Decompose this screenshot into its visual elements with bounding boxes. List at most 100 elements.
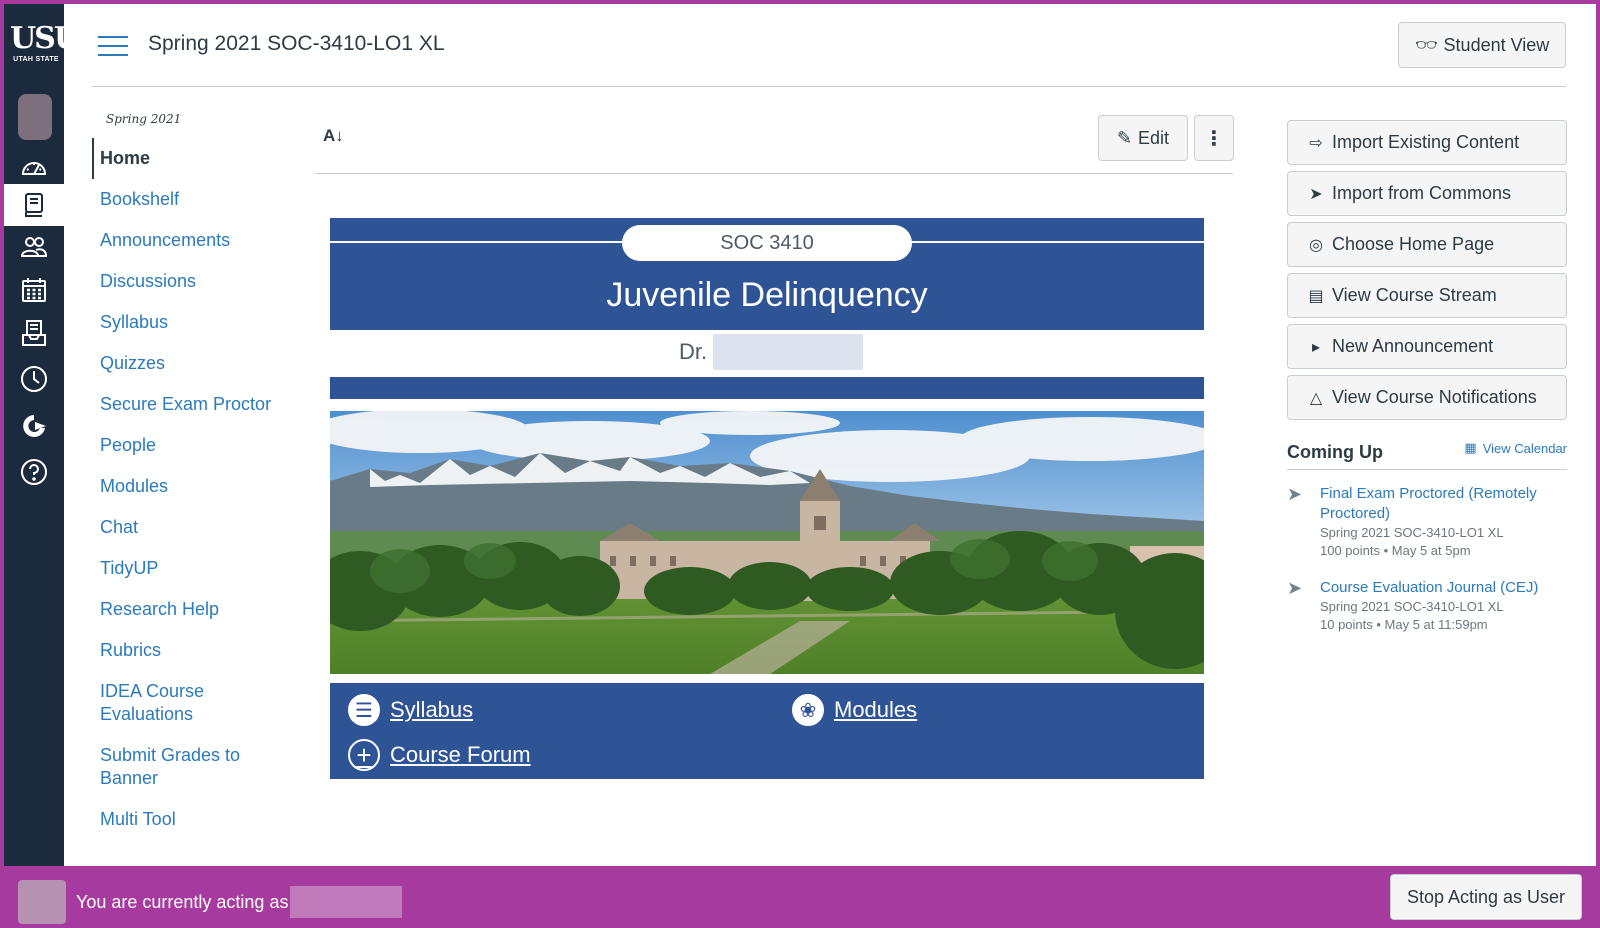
course-nav-submit-grades[interactable]: Submit Grades to Banner (92, 735, 252, 799)
modules-link-label: Modules (834, 697, 918, 722)
course-forum-link[interactable]: + Course Forum (348, 739, 531, 771)
coming-up-event: ➤ Final Exam Proctored (Remotely Proctor… (1287, 484, 1567, 560)
breadcrumb-course-title[interactable]: Spring 2021 SOC-3410-LO1 XL (148, 32, 445, 56)
history-nav-item[interactable] (4, 358, 64, 400)
syllabus-link-label: Syllabus (390, 697, 474, 722)
campus-image (330, 411, 1204, 674)
courses-nav-item[interactable] (4, 184, 64, 226)
event-course: Spring 2021 SOC-3410-LO1 XL (1320, 599, 1504, 614)
calendar-icon (22, 278, 46, 302)
redacted-user-name (290, 886, 403, 918)
courses-icon (25, 193, 43, 217)
inbox-nav-item[interactable] (4, 312, 64, 354)
coming-up-title: Coming Up (1287, 442, 1383, 462)
view-course-notifications-button[interactable]: △ View Course Notifications (1287, 375, 1567, 420)
course-nav-bookshelf[interactable]: Bookshelf (92, 179, 302, 220)
groups-nav-item[interactable] (4, 226, 64, 268)
course-nav-syllabus[interactable]: Syllabus (92, 302, 302, 343)
groups-icon (20, 237, 48, 257)
syllabus-icon: ☰ (348, 694, 380, 726)
course-code-pill: SOC 3410 (622, 225, 912, 261)
more-options-button[interactable]: ⋮ (1194, 115, 1234, 161)
import-existing-content-label: Import Existing Content (1332, 132, 1520, 152)
course-nav-announcements[interactable]: Announcements (92, 220, 302, 261)
course-nav-rubrics[interactable]: Rubrics (92, 630, 302, 671)
masquerade-message-text: You are currently acting as (76, 891, 289, 912)
inbox-icon (22, 320, 46, 346)
modules-link[interactable]: ❀ Modules (792, 694, 917, 726)
event-points-due: 100 points • May 5 at 5pm (1320, 543, 1471, 558)
view-course-stream-button[interactable]: ▤ View Course Stream (1287, 273, 1567, 318)
view-calendar-label: View Calendar (1482, 440, 1567, 456)
coming-up-header: Coming Up ▦ View Calendar (1287, 436, 1567, 470)
commons-nav-item[interactable] (4, 405, 64, 447)
logo-text: USU (10, 21, 80, 56)
redacted-professor-name (713, 334, 864, 370)
course-nav-chat[interactable]: Chat (92, 507, 302, 548)
text-size-icon[interactable]: A↓ (323, 126, 344, 146)
stop-acting-as-user-button[interactable]: Stop Acting as User (1390, 874, 1582, 920)
stream-chart-icon: ▤ (1308, 287, 1324, 305)
event-title-link[interactable]: Course Evaluation Journal (CEJ) (1320, 578, 1567, 598)
course-nav-people[interactable]: People (92, 425, 302, 466)
syllabus-link[interactable]: ☰ Syllabus (348, 694, 473, 726)
course-nav-idea-evaluations[interactable]: IDEA Course Evaluations (92, 671, 242, 735)
hamburger-menu-icon[interactable] (98, 36, 128, 58)
masquerade-bar: You are currently acting as Stop Acting … (0, 866, 1600, 928)
account-avatar[interactable] (18, 94, 52, 140)
view-course-stream-label: View Course Stream (1332, 285, 1497, 305)
course-name-heading: Juvenile Delinquency (606, 276, 928, 314)
import-from-commons-label: Import from Commons (1332, 183, 1512, 203)
rocket-icon: ➤ (1287, 484, 1303, 504)
course-nav-quizzes[interactable]: Quizzes (92, 343, 302, 384)
masquerade-avatar (18, 880, 66, 924)
course-nav-home[interactable]: Home (92, 138, 302, 179)
import-icon: ⇨ (1309, 134, 1323, 152)
commons-icon (23, 415, 46, 437)
logo-subtext: UTAH STATE (13, 56, 59, 63)
course-navigation: Spring 2021 Home Bookshelf Announcements… (92, 112, 302, 840)
course-nav-research-help[interactable]: Research Help (92, 589, 302, 630)
clock-icon (21, 366, 47, 392)
view-calendar-link[interactable]: ▦ View Calendar (1464, 440, 1567, 456)
course-nav-modules[interactable]: Modules (92, 466, 302, 507)
help-nav-item[interactable] (4, 451, 64, 493)
event-points-due: 10 points • May 5 at 11:59pm (1320, 617, 1488, 632)
usu-logo[interactable]: USU UTAH STATE (10, 21, 80, 72)
coming-up-event: ➤ Course Evaluation Journal (CEJ) Spring… (1287, 578, 1567, 634)
banner-bar (330, 377, 1204, 399)
help-icon (21, 459, 47, 485)
modules-icon: ❀ (792, 694, 824, 726)
course-nav-discussions[interactable]: Discussions (92, 261, 302, 302)
choose-home-page-button[interactable]: ◎ Choose Home Page (1287, 222, 1567, 267)
view-course-notifications-label: View Course Notifications (1332, 387, 1537, 407)
course-forum-link-label: Course Forum (390, 742, 531, 767)
quick-links-panel: ☰ Syllabus ❀ Modules + Course Forum (330, 683, 1204, 779)
professor-prefix: Dr. (679, 339, 708, 364)
event-title-link[interactable]: Final Exam Proctored (Remotely Proctored… (1320, 484, 1567, 524)
dashboard-icon (21, 162, 47, 175)
course-header: Spring 2021 SOC-3410-LO1 XL 👓︎ Student V… (92, 12, 1566, 87)
course-nav-secure-exam-proctor[interactable]: Secure Exam Proctor (92, 384, 302, 425)
dashboard-nav-item[interactable] (4, 146, 64, 188)
calendar-nav-item[interactable] (4, 269, 64, 311)
commons-icon: ➤ (1309, 185, 1323, 203)
student-view-button[interactable]: 👓︎ Student View (1398, 22, 1566, 68)
calendar-icon: ▦ (1464, 440, 1477, 455)
event-course: Spring 2021 SOC-3410-LO1 XL (1320, 525, 1504, 540)
new-announcement-label: New Announcement (1332, 336, 1494, 356)
course-nav-multi-tool[interactable]: Multi Tool (92, 799, 302, 840)
import-existing-content-button[interactable]: ⇨ Import Existing Content (1287, 120, 1567, 165)
import-from-commons-button[interactable]: ➤ Import from Commons (1287, 171, 1567, 216)
bell-icon: △ (1309, 389, 1323, 407)
course-term: Spring 2021 (106, 112, 182, 126)
choose-home-page-label: Choose Home Page (1332, 234, 1495, 254)
page-toolbar: A↓ ✎ Edit ⋮ (315, 112, 1234, 174)
masquerade-message: You are currently acting as (76, 886, 403, 918)
target-icon: ◎ (1309, 236, 1323, 254)
global-navigation: USU UTAH STATE (4, 4, 80, 866)
course-banner: SOC 3410 Juvenile Delinquency (330, 218, 1204, 330)
edit-button[interactable]: ✎ Edit (1098, 115, 1188, 161)
new-announcement-button[interactable]: ▸ New Announcement (1287, 324, 1567, 369)
course-nav-tidyup[interactable]: TidyUP (92, 548, 302, 589)
